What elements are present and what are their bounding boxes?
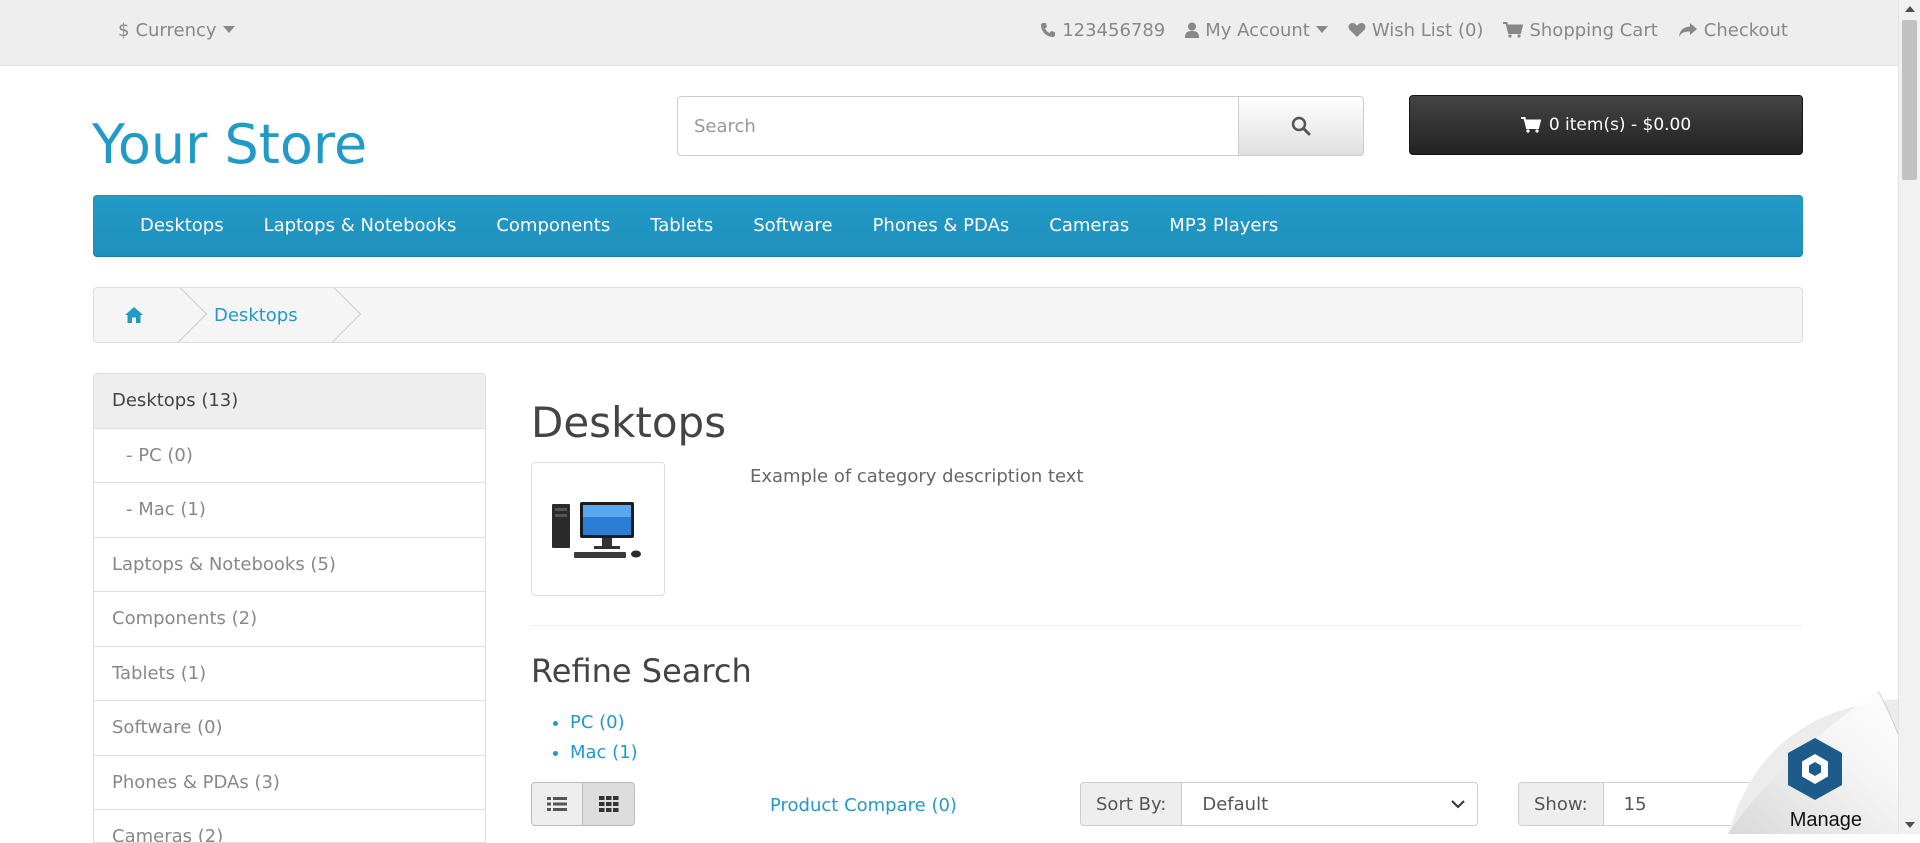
phone-number: 123456789 <box>1062 19 1166 41</box>
my-account-dropdown[interactable]: My Account <box>1185 20 1328 41</box>
page-scrollbar[interactable] <box>1898 0 1920 834</box>
sidebar-item-laptops-notebooks[interactable]: Laptops & Notebooks (5) <box>94 537 485 592</box>
refine-search-list: PC (0) Mac (1) <box>570 708 638 768</box>
search-bar <box>677 96 1364 156</box>
refine-link[interactable]: PC (0) <box>570 712 625 733</box>
sidebar-item-tablets[interactable]: Tablets (1) <box>94 646 485 701</box>
shopping-cart-label: Shopping Cart <box>1529 19 1658 41</box>
cart-button[interactable]: 0 item(s) - $0.00 <box>1409 95 1803 155</box>
list-icon <box>547 796 567 812</box>
desktop-computer-icon <box>552 502 641 558</box>
top-links: 123456789 My Account Wish List (0) Shopp… <box>1040 0 1788 60</box>
show-limit-label: Show: <box>1518 782 1603 826</box>
menu-item-phones-pdas[interactable]: Phones & PDAs <box>853 195 1030 257</box>
scroll-thumb[interactable] <box>1902 20 1917 180</box>
sidebar-item-software[interactable]: Software (0) <box>94 701 485 756</box>
manage-logo-icon <box>1788 738 1842 800</box>
sort-by-value: Default <box>1202 793 1269 815</box>
refine-link[interactable]: Mac (1) <box>570 742 638 763</box>
search-input[interactable] <box>677 96 1238 156</box>
refine-item-pc[interactable]: PC (0) <box>570 708 638 738</box>
menu-item-cameras[interactable]: Cameras <box>1029 195 1149 257</box>
cart-summary: 0 item(s) - $0.00 <box>1548 115 1692 135</box>
top-bar: $ Currency 123456789 My Account Wish Lis… <box>0 0 1898 66</box>
heart-icon <box>1348 22 1366 38</box>
checkout-label: Checkout <box>1703 19 1788 41</box>
sort-by-group: Sort By: Default <box>1080 782 1479 826</box>
my-account-label: My Account <box>1205 19 1310 41</box>
manage-label: Manage <box>1789 809 1862 831</box>
manage-badge[interactable]: Manage <box>1728 679 1899 834</box>
checkout-link[interactable]: Checkout <box>1678 20 1788 41</box>
phone-icon <box>1040 22 1056 38</box>
main-menu: Desktops Laptops & Notebooks Components … <box>93 195 1803 257</box>
breadcrumb-desktops[interactable]: Desktops <box>184 288 361 342</box>
caret-down-icon <box>222 26 235 34</box>
user-icon <box>1185 22 1200 38</box>
category-sidebar: Desktops (13) - PC (0) - Mac (1) Laptops… <box>93 373 486 843</box>
grid-icon <box>598 796 619 812</box>
menu-item-software[interactable]: Software <box>733 195 852 257</box>
search-button[interactable] <box>1238 96 1364 156</box>
scroll-down-arrow[interactable] <box>1899 816 1920 834</box>
caret-down-icon <box>1315 26 1328 34</box>
home-icon <box>124 306 144 324</box>
sort-by-label: Sort By: <box>1080 782 1182 826</box>
currency-dropdown[interactable]: $ Currency <box>118 0 235 60</box>
share-icon <box>1678 22 1698 38</box>
sidebar-item-desktops[interactable]: Desktops (13) <box>94 374 485 429</box>
page-title: Desktops <box>531 398 727 447</box>
breadcrumb-home[interactable] <box>94 288 208 342</box>
wish-list-link[interactable]: Wish List (0) <box>1348 19 1484 41</box>
list-view-button[interactable] <box>531 782 583 826</box>
view-toggle <box>531 782 635 826</box>
wish-list-label: Wish List (0) <box>1371 19 1484 41</box>
sidebar-item-pc[interactable]: - PC (0) <box>94 428 485 483</box>
dollar-icon: $ <box>118 19 130 41</box>
phone-link[interactable]: 123456789 <box>1040 20 1165 41</box>
breadcrumb: Desktops <box>93 287 1803 343</box>
sort-by-select[interactable]: Default <box>1181 782 1479 826</box>
refine-item-mac[interactable]: Mac (1) <box>570 738 638 768</box>
chevron-down-icon <box>1451 799 1466 809</box>
menu-item-tablets[interactable]: Tablets <box>630 195 733 257</box>
currency-label: Currency <box>135 19 217 41</box>
sidebar-item-phones-pdas[interactable]: Phones & PDAs (3) <box>94 755 485 810</box>
grid-view-button[interactable] <box>583 782 635 826</box>
sidebar-item-mac[interactable]: - Mac (1) <box>94 483 485 538</box>
shopping-cart-link[interactable]: Shopping Cart <box>1503 19 1658 41</box>
category-description: Example of category description text <box>750 466 1084 487</box>
search-icon <box>1291 116 1311 136</box>
breadcrumb-separator <box>298 288 361 342</box>
sidebar-item-cameras[interactable]: Cameras (2) <box>94 810 485 842</box>
category-image <box>531 462 665 596</box>
menu-item-desktops[interactable]: Desktops <box>120 195 244 257</box>
cart-icon <box>1503 22 1524 38</box>
menu-item-laptops-notebooks[interactable]: Laptops & Notebooks <box>244 195 477 257</box>
sidebar-item-components[interactable]: Components (2) <box>94 592 485 647</box>
product-compare-link[interactable]: Product Compare (0) <box>770 795 957 816</box>
scroll-up-arrow[interactable] <box>1899 0 1920 18</box>
store-logo[interactable]: Your Store <box>92 118 367 172</box>
show-limit-value: 15 <box>1623 793 1647 815</box>
menu-item-components[interactable]: Components <box>476 195 630 257</box>
cart-icon <box>1520 117 1541 133</box>
content-divider <box>531 625 1803 626</box>
refine-search-title: Refine Search <box>531 652 752 690</box>
menu-item-mp3-players[interactable]: MP3 Players <box>1149 195 1298 257</box>
